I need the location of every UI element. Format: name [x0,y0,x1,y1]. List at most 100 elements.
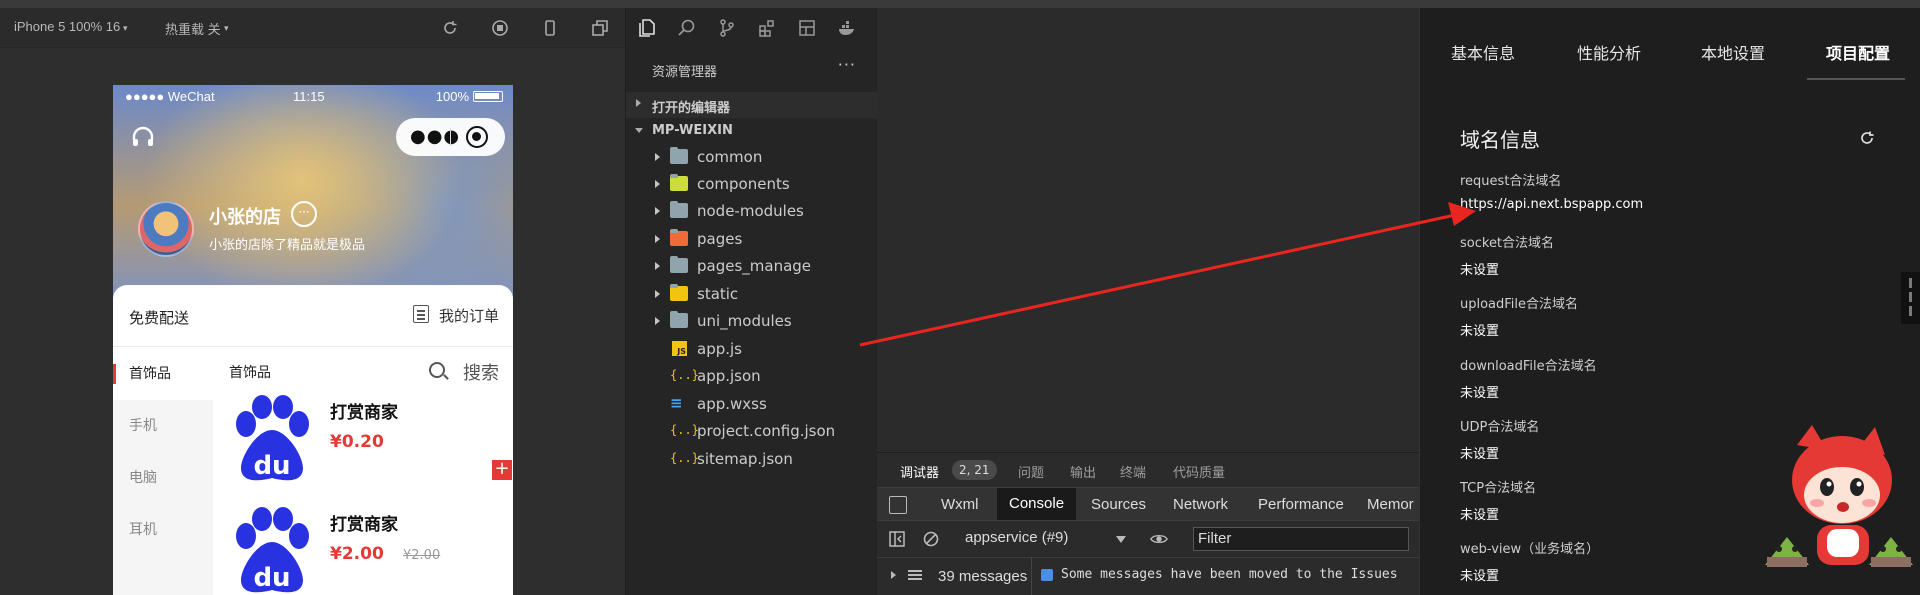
project-section[interactable]: MP-WEIXIN [626,118,878,144]
eye-icon[interactable] [1150,530,1168,548]
category-item[interactable]: 电脑 [113,452,213,504]
explorer-header: 资源管理器 ··· [626,55,878,80]
orders-icon[interactable] [413,305,429,323]
console-filter-input[interactable]: Filter [1193,527,1409,551]
tab-memory[interactable]: Memor [1367,496,1414,513]
device-dropdown-icon[interactable]: ▾ [123,23,128,34]
tab-problems[interactable]: 问题 [1018,462,1044,481]
simulator-panel: iPhone 5 100% 16 ▾ 热重载 关 ▾ ●●●●● WeChat … [0,8,625,595]
tab-terminal[interactable]: 终端 [1120,462,1146,481]
device-selector[interactable]: iPhone 5 100% 16 [14,19,120,34]
tab-wxml[interactable]: Wxml [941,496,979,513]
search-icon[interactable] [429,362,445,378]
hot-reload-dropdown-icon[interactable]: ▾ [224,23,229,34]
refresh-icon[interactable] [1858,129,1876,147]
tree-item-label: project.config.json [697,422,836,440]
messages-count[interactable]: 39 messages [938,568,1027,585]
chevron-right-icon [655,290,660,298]
tree-item-sitemap[interactable]: {..} sitemap.json [626,446,878,472]
tree-item-project-config[interactable]: {..} project.config.json [626,418,878,444]
chevron-down-icon[interactable] [1116,536,1126,543]
detach-window-icon[interactable] [590,18,610,38]
tab-local-settings[interactable]: 本地设置 [1701,40,1765,64]
shop-more-button[interactable]: ··· [291,201,317,227]
chevron-right-icon [655,153,660,161]
domain-key: uploadFile合法域名 [1460,297,1579,312]
my-orders-link[interactable]: 我的订单 [439,305,499,326]
scrollbar-thumb[interactable] [1901,272,1920,324]
chevron-right-icon [655,207,660,215]
explorer-title: 资源管理器 [652,65,718,80]
tree-item-app-json[interactable]: {..} app.json [626,363,878,389]
tab-output[interactable]: 输出 [1070,462,1096,481]
tab-performance[interactable]: Performance [1258,496,1344,513]
layout-icon[interactable] [797,18,817,38]
ide-window: iPhone 5 100% 16 ▾ 热重载 关 ▾ ●●●●● WeChat … [0,0,1920,595]
files-icon[interactable] [637,18,657,38]
tab-debugger[interactable]: 调试器 [900,462,939,481]
scroll-marker [1909,292,1912,302]
tree-item-app-js[interactable]: JS app.js [626,336,878,362]
tree-item-app-wxss[interactable]: ≡ app.wxss [626,391,878,417]
menu-dots-icon[interactable]: ●●● [410,126,460,147]
item-price: ¥2.00 [330,544,384,564]
domain-tcp: TCP合法域名 未设置 [1460,477,1536,523]
domain-key: TCP合法域名 [1460,481,1537,496]
customer-service-icon[interactable] [130,125,156,151]
tree-item-pages[interactable]: pages [626,226,878,252]
tab-performance-analysis[interactable]: 性能分析 [1577,40,1641,64]
chevron-right-icon[interactable] [891,571,896,579]
open-editors-section[interactable]: 打开的编辑器 [626,92,878,118]
open-editors-label: 打开的编辑器 [652,101,731,116]
add-to-cart-button[interactable]: + [492,460,512,480]
goods-item[interactable]: du 打赏商家 ¥2.00 ¥2.00 [229,506,499,595]
clear-console-icon[interactable] [922,530,940,548]
goods-item[interactable]: du 打赏商家 ¥0.20 + [229,394,512,504]
search-link[interactable]: 搜索 [463,359,499,385]
tree-item-pages-manage[interactable]: pages_manage [626,253,878,279]
wxss-file-icon: ≡ [670,394,683,412]
docker-icon[interactable] [837,18,857,38]
tree-item-static[interactable]: static [626,281,878,307]
category-item[interactable]: 首饰品 [113,348,213,400]
refresh-icon[interactable] [440,18,460,38]
item-old-price: ¥2.00 [403,548,441,563]
simulator-toolbar: iPhone 5 100% 16 ▾ 热重载 关 ▾ [0,8,625,48]
domain-value: 未设置 [1460,263,1500,278]
inspect-element-icon[interactable] [889,496,907,514]
components-folder-icon [670,174,688,191]
tab-network[interactable]: Network [1173,496,1228,513]
pages-folder-icon [670,229,688,246]
free-delivery-label: 免费配送 [129,309,190,327]
tree-item-uni-modules[interactable]: uni_modules [626,308,878,334]
chevron-right-icon [655,317,660,325]
tab-project-config[interactable]: 项目配置 [1826,40,1890,64]
phone-icon[interactable] [540,18,560,38]
tree-item-label: static [697,285,739,303]
tree-item-components[interactable]: components [626,171,878,197]
tree-item-label: components [697,175,790,193]
tab-basic-info[interactable]: 基本信息 [1451,40,1515,64]
baidu-logo-text: du [253,563,290,593]
file-explorer: 资源管理器 ··· 打开的编辑器 MP-WEIXIN common compon… [625,8,878,595]
extensions-icon[interactable] [757,18,777,38]
close-miniprogram-icon[interactable] [466,126,488,148]
tab-console[interactable]: Console [997,488,1077,520]
tree-item-node-modules[interactable]: node-modules [626,198,878,224]
devtools-panel: 调试器 2, 21 问题 输出 终端 代码质量 Wxml Console Sou… [877,452,1419,595]
sidebar-toggle-icon[interactable] [888,530,906,548]
explorer-more-icon[interactable]: ··· [838,55,856,74]
search-icon[interactable] [677,18,697,38]
source-control-icon[interactable] [717,18,737,38]
tab-sources[interactable]: Sources [1091,496,1146,513]
tree-item-common[interactable]: common [626,144,878,170]
stop-icon[interactable] [490,18,510,38]
devtools-tabs: Wxml Console Sources Network Performance… [877,487,1419,521]
tab-code-quality[interactable]: 代码质量 [1173,462,1225,481]
category-item[interactable]: 耳机 [113,504,213,556]
context-selector[interactable]: appservice (#9) [965,529,1068,546]
category-item[interactable]: 手机 [113,400,213,452]
hot-reload-toggle[interactable]: 热重载 关 [165,19,221,38]
carrier-label: ●●●●● WeChat [125,89,215,104]
json-file-icon: {..} [670,423,699,437]
